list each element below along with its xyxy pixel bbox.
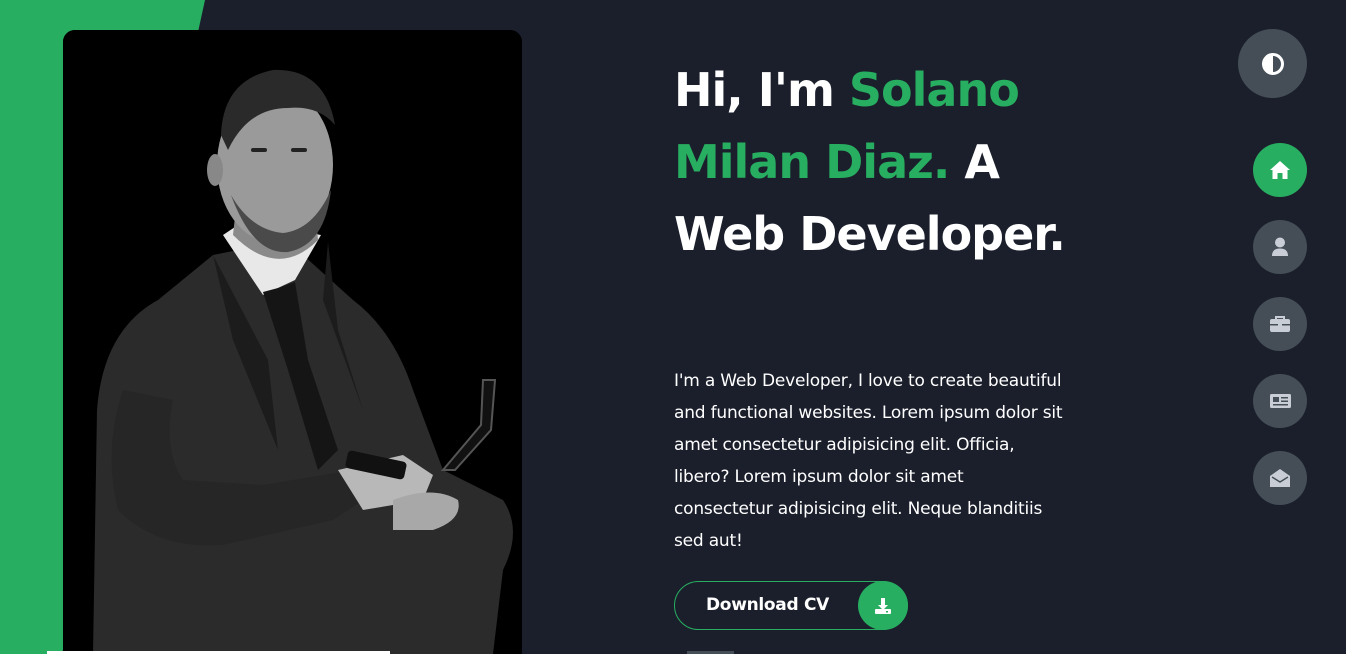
nav-about-button[interactable] (1253, 220, 1307, 274)
home-icon (1270, 161, 1290, 179)
user-icon (1272, 237, 1288, 256)
envelope-open-icon (1270, 469, 1290, 487)
portrait-image (63, 30, 522, 654)
download-cv-button[interactable]: Download CV (674, 581, 908, 630)
download-cv-label: Download CV (706, 595, 829, 615)
adjust-icon (1261, 52, 1284, 75)
hero-heading: Hi, I'm Solano Milan Diaz. A Web Develop… (674, 54, 1094, 270)
nav-portfolio-button[interactable] (1253, 297, 1307, 351)
theme-toggle-button[interactable] (1238, 29, 1307, 98)
download-icon (858, 581, 908, 630)
home-section: Hi, I'm Solano Milan Diaz. A Web Develop… (0, 0, 1346, 654)
nav-home-button[interactable] (1253, 143, 1307, 197)
nav-contact-button[interactable] (1253, 451, 1307, 505)
briefcase-icon (1270, 316, 1290, 332)
greeting-text: Hi, I'm (674, 63, 849, 117)
profile-photo (63, 30, 522, 654)
hero-description: I'm a Web Developer, I love to create be… (674, 371, 1063, 551)
nav-blog-button[interactable] (1253, 374, 1307, 428)
newspaper-icon (1270, 394, 1291, 408)
